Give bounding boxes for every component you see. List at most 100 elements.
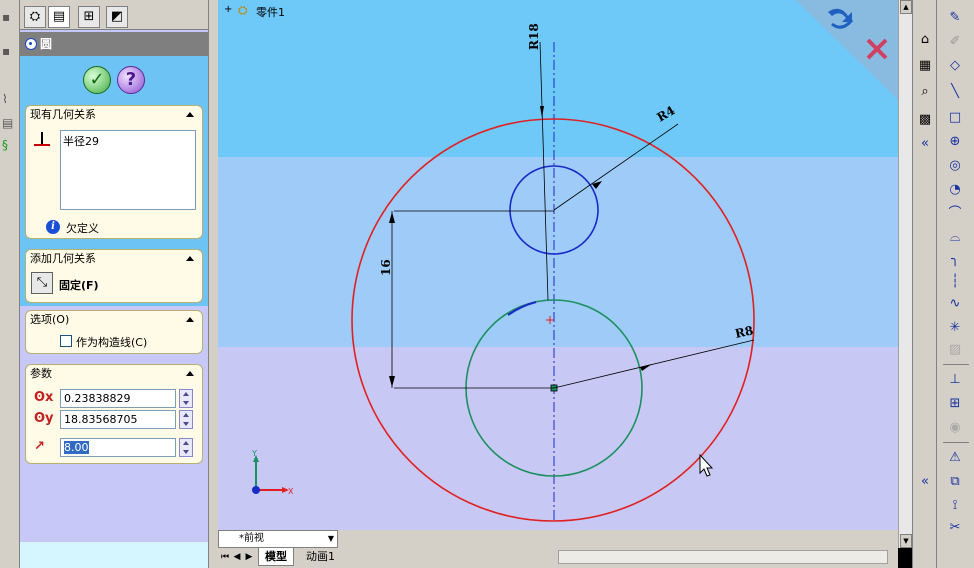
options-group: 选项(O) 作为构造线(C) [25, 310, 203, 354]
add-relations-group: 添加几何关系 ⤡ 固定(F) [25, 249, 203, 303]
reference-triad: Y X [251, 449, 294, 496]
add-relation-icon[interactable]: ⊥ [945, 370, 965, 390]
relation-icon [34, 132, 50, 146]
info-icon: i [46, 220, 60, 234]
circle-icon [25, 38, 37, 50]
display-relations-icon[interactable]: ⊞ [945, 394, 965, 414]
point-icon[interactable]: ✳ [945, 318, 965, 338]
display-manager-tab[interactable]: ◩ [106, 6, 128, 28]
line-icon[interactable]: ╲ [945, 82, 965, 102]
fillet-icon[interactable]: ╮ [945, 250, 965, 270]
center-x-input[interactable]: 0.23838829 [60, 389, 176, 408]
radius-input[interactable]: 8.00 [60, 438, 176, 457]
tangent-arc-icon[interactable]: ⌒ [945, 204, 965, 224]
scroll-down-icon[interactable]: ▼ [900, 534, 912, 548]
property-manager-tab[interactable]: ▤ [48, 6, 70, 28]
plane-icon[interactable]: ▨ [945, 340, 965, 360]
spline-icon[interactable]: ∿ [945, 294, 965, 314]
construction-label[interactable]: 作为构造线(C) [76, 334, 147, 350]
strip-icon[interactable]: ⌇ [2, 92, 16, 108]
parameters-group: 参数 ʘx 0.23838829 ʘy 18.83568705 ↗ 8.00 [25, 364, 203, 464]
pm-title: 圆 [40, 37, 53, 51]
center-y-icon: ʘy [34, 411, 54, 426]
manager-tabs: ⛭ ▤ ⊞ ◩ [20, 0, 210, 30]
help-button[interactable]: ? [117, 66, 145, 94]
r18-dimension[interactable]: R18 [527, 23, 541, 50]
zoom-icon[interactable]: ⌕ [915, 82, 935, 102]
center-y-spinner[interactable] [179, 410, 193, 429]
mirror-icon[interactable]: ⚠ [945, 448, 965, 468]
collapse-left-icon[interactable]: « [915, 472, 935, 492]
feature-manager-tab[interactable]: ⛭ [24, 6, 46, 28]
d16-dimension[interactable]: 16 [379, 259, 393, 276]
collapse-left-icon[interactable]: « [915, 134, 935, 154]
circle-icon[interactable]: ⊕ [945, 132, 965, 152]
center-y-input[interactable]: 18.83568705 [60, 410, 176, 429]
view-palette-icon[interactable]: ▦ [915, 56, 935, 76]
tab-model[interactable]: 模型 [258, 548, 294, 566]
collapse-icon[interactable] [186, 371, 194, 376]
bottom-tab-bar: *前视 ▼ ⏮ ◀ ▶ 模型 动画1 [218, 530, 898, 568]
tab-nav-prev[interactable]: ◀ [232, 550, 242, 564]
horizontal-scrollbar[interactable] [558, 550, 888, 564]
sketch-canvas[interactable]: R18 R4 R8 16 Y X [218, 0, 898, 530]
rectangle-icon[interactable]: □ [945, 108, 965, 128]
scroll-up-icon[interactable]: ▲ [900, 0, 912, 14]
list-item[interactable]: 半径29 [63, 133, 193, 149]
triad-y-label: Y [251, 449, 257, 458]
property-manager: ⛭ ▤ ⊞ ◩ 圆 ✓ ? 现有几何关系 半径29 i 欠定义 添加几何关系 ⤡… [20, 0, 210, 568]
strip-icon[interactable]: ▪ [2, 10, 16, 26]
group-title[interactable]: 参数 [26, 365, 202, 383]
r4-leader[interactable] [553, 123, 679, 211]
relations-list[interactable]: 半径29 [60, 130, 196, 210]
definition-status: 欠定义 [66, 222, 99, 235]
view-name[interactable]: *前视 [218, 530, 338, 548]
chevron-down-icon[interactable]: ▼ [326, 532, 336, 546]
vertical-scrollbar[interactable]: ▲ ▼ [898, 0, 912, 548]
configuration-manager-tab[interactable]: ⊞ [78, 6, 100, 28]
ok-button[interactable]: ✓ [83, 66, 111, 94]
collapse-icon[interactable] [186, 256, 194, 261]
extend-icon[interactable]: ✂ [945, 518, 965, 538]
tab-nav-first[interactable]: ⏮ [220, 550, 230, 564]
r8-dimension[interactable]: R8 [734, 323, 755, 341]
sketch-toolbar: ✎ ✐ ◇ ╲ □ ⊕ ◎ ◔ ⌒ ⌓ ╮ ┆ ∿ ✳ ▨ ⊥ ⊞ ◉ ⚠ ⧉ … [936, 0, 974, 568]
center-x-spinner[interactable] [179, 389, 193, 408]
radius-spinner[interactable] [179, 438, 193, 457]
dimension-icon[interactable]: ◇ [945, 56, 965, 76]
r18-leader[interactable] [539, 41, 549, 301]
three-point-arc-icon[interactable]: ⌓ [945, 228, 965, 248]
trim-icon[interactable]: ⟟ [945, 496, 965, 516]
r4-dimension[interactable]: R4 [655, 103, 678, 124]
construction-checkbox[interactable] [60, 335, 72, 347]
fix-relation-button[interactable]: ⤡ [31, 272, 53, 294]
radius-value: 8.00 [64, 441, 89, 454]
sketch-icon[interactable]: ✎ [945, 8, 965, 28]
graphics-area[interactable]: + ⛭ 零件1 R18 R4 R8 16 Y X [218, 0, 898, 530]
tab-nav-next[interactable]: ▶ [244, 550, 254, 564]
offset-icon[interactable]: ⧉ [945, 472, 965, 492]
home-icon[interactable]: ⌂ [915, 30, 935, 50]
tab-animation[interactable]: 动画1 [300, 548, 341, 566]
strip-icon[interactable]: § [2, 138, 16, 154]
group-title[interactable]: 选项(O) [26, 311, 202, 329]
collapse-icon[interactable] [186, 317, 194, 322]
appearance-icon[interactable]: ▩ [915, 110, 935, 130]
r8-leader[interactable] [553, 339, 755, 389]
strip-icon[interactable]: ▪ [2, 44, 16, 60]
collapse-icon[interactable] [186, 112, 194, 117]
triad-x-label: X [288, 487, 294, 496]
centerline-icon[interactable]: ┆ [945, 272, 965, 292]
radius-icon: ↗ [34, 439, 45, 454]
left-panel-strip: ▪ ▪ ⌇ ▤ § [0, 0, 20, 568]
pm-header: 圆 [20, 32, 208, 56]
perimeter-circle-icon[interactable]: ◎ [945, 156, 965, 176]
smart-dimension-icon[interactable]: ✐ [945, 32, 965, 52]
panel-splitter[interactable] [208, 0, 218, 568]
strip-icon[interactable]: ▤ [2, 116, 16, 132]
arc-icon[interactable]: ◔ [945, 180, 965, 200]
snap-icon[interactable]: ◉ [945, 418, 965, 438]
group-title[interactable]: 现有几何关系 [26, 106, 202, 124]
group-title[interactable]: 添加几何关系 [26, 250, 202, 268]
fix-relation-label[interactable]: 固定(F) [59, 277, 99, 293]
